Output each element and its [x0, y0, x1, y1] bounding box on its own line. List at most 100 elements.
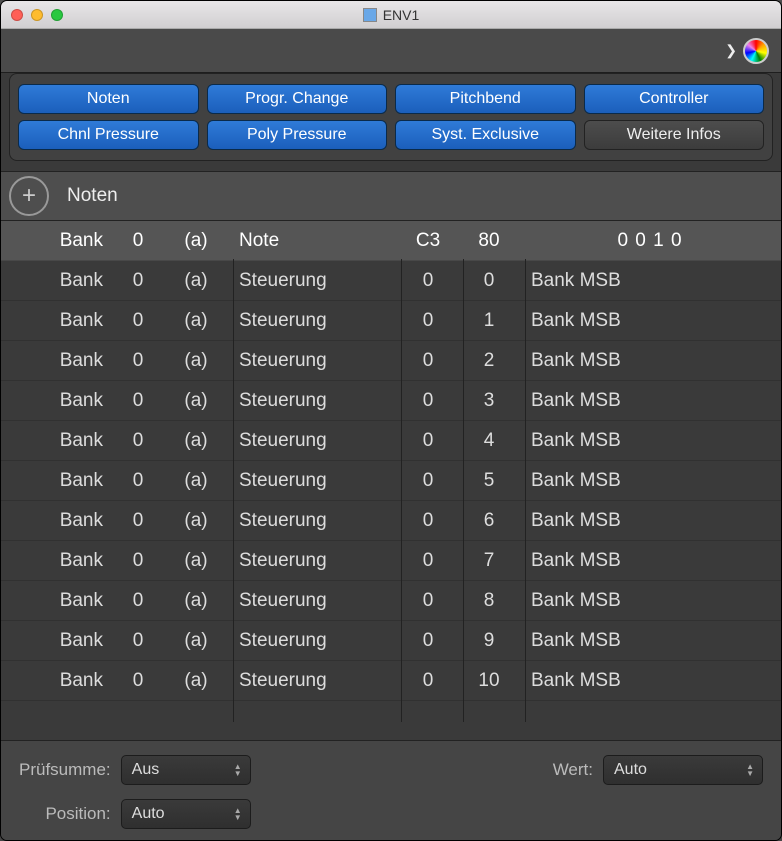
- cell: Bank MSB: [519, 630, 781, 652]
- cell: Steuerung: [227, 350, 397, 372]
- cell: 0: [111, 230, 165, 252]
- table-row[interactable]: Bank0(a)Steuerung09Bank MSB: [1, 621, 781, 661]
- table-row[interactable]: Bank0(a)Steuerung04Bank MSB: [1, 421, 781, 461]
- table-row[interactable]: Bank0(a)Steuerung02Bank MSB: [1, 341, 781, 381]
- cell: Bank MSB: [519, 430, 781, 452]
- column-divider: [401, 259, 402, 722]
- checksum-select[interactable]: Aus ▲▼: [121, 755, 251, 785]
- stepper-icon: ▲▼: [746, 763, 754, 777]
- cell: 9: [459, 630, 519, 652]
- cell: 0: [111, 430, 165, 452]
- cell: Note: [227, 230, 397, 252]
- cell: 0: [111, 310, 165, 332]
- cell: Bank: [1, 430, 111, 452]
- table-row[interactable]: Bank0(a)Steuerung07Bank MSB: [1, 541, 781, 581]
- cell: Bank: [1, 310, 111, 332]
- cell: 0: [397, 670, 459, 692]
- event-filter-panel: Noten Progr. ChangePitchbend Controller Ch…: [9, 73, 773, 161]
- position-value: Auto: [132, 805, 165, 823]
- close-icon[interactable]: [11, 9, 23, 21]
- table-row[interactable]: Bank0(a)Steuerung08Bank MSB: [1, 581, 781, 621]
- cell: 0: [459, 270, 519, 292]
- value-label: Wert:: [553, 760, 593, 780]
- filter-r1-2[interactable]: Pitchbend: [395, 84, 576, 114]
- cell: 0: [111, 670, 165, 692]
- position-label: Position:: [19, 804, 111, 824]
- cell: Bank MSB: [519, 470, 781, 492]
- cell: Bank MSB: [519, 510, 781, 532]
- cell: Bank MSB: [519, 390, 781, 412]
- filter-r2-2[interactable]: Syst. Exclusive: [395, 120, 576, 150]
- cell: Bank MSB: [519, 670, 781, 692]
- cell: Bank: [1, 390, 111, 412]
- cell: 0: [397, 590, 459, 612]
- cell: Bank MSB: [519, 310, 781, 332]
- stepper-icon: ▲▼: [234, 763, 242, 777]
- cell: Steuerung: [227, 390, 397, 412]
- add-button[interactable]: +: [9, 176, 49, 216]
- cell: Steuerung: [227, 670, 397, 692]
- cell: (a): [165, 510, 227, 532]
- cell: 0: [111, 550, 165, 572]
- cell: Steuerung: [227, 270, 397, 292]
- table-row[interactable]: Bank0(a)Steuerung05Bank MSB: [1, 461, 781, 501]
- cell: (a): [165, 630, 227, 652]
- filter-r2-0[interactable]: Chnl Pressure: [18, 120, 199, 150]
- cell: 0: [397, 390, 459, 412]
- cell: 0: [111, 470, 165, 492]
- cell: Steuerung: [227, 630, 397, 652]
- zoom-icon[interactable]: [51, 9, 63, 21]
- cell: Steuerung: [227, 310, 397, 332]
- table-row[interactable]: Bank0(a)Steuerung06Bank MSB: [1, 501, 781, 541]
- cell: Bank: [1, 670, 111, 692]
- cell: 0: [397, 430, 459, 452]
- cell: 3: [459, 390, 519, 412]
- value-select[interactable]: Auto ▲▼: [603, 755, 763, 785]
- cell: (a): [165, 350, 227, 372]
- cell: 6: [459, 510, 519, 532]
- cell: Bank MSB: [519, 270, 781, 292]
- filter-r2-3[interactable]: Weitere Infos: [584, 120, 765, 150]
- cell: 0: [111, 590, 165, 612]
- cell: Bank: [1, 470, 111, 492]
- filter-r1-3[interactable]: Controller: [584, 84, 765, 114]
- cell: C3: [397, 230, 459, 252]
- cell: Bank: [1, 270, 111, 292]
- app-icon: [363, 8, 377, 22]
- cell: Bank MSB: [519, 590, 781, 612]
- cell: (a): [165, 550, 227, 572]
- column-divider: [463, 259, 464, 722]
- cell: 0: [111, 350, 165, 372]
- cell: 2: [459, 350, 519, 372]
- minimize-icon[interactable]: [31, 9, 43, 21]
- cell: 8: [459, 590, 519, 612]
- cell: Bank: [1, 230, 111, 252]
- cell: 1: [459, 310, 519, 332]
- position-select[interactable]: Auto ▲▼: [121, 799, 251, 829]
- table-row[interactable]: Bank0(a)Steuerung010Bank MSB: [1, 661, 781, 701]
- column-divider: [233, 259, 234, 722]
- cell: 10: [459, 670, 519, 692]
- cell: (a): [165, 430, 227, 452]
- cell: Steuerung: [227, 510, 397, 532]
- cell: (a): [165, 310, 227, 332]
- table-row[interactable]: Bank0(a)NoteC3800 0 1 0: [1, 221, 781, 261]
- color-palette-icon[interactable]: [743, 38, 769, 64]
- cell: Bank MSB: [519, 350, 781, 372]
- cell: 0 0 1 0: [519, 230, 781, 252]
- table-row[interactable]: Bank0(a)Steuerung01Bank MSB: [1, 301, 781, 341]
- filter-r1-1[interactable]: Progr. Change: [207, 84, 388, 114]
- filter-r2-1[interactable]: Poly Pressure: [207, 120, 388, 150]
- cell: Bank: [1, 510, 111, 532]
- footer: Prüfsumme: Aus ▲▼ Wert: Auto ▲▼ Position…: [1, 740, 781, 840]
- table-row[interactable]: Bank0(a)Steuerung00Bank MSB: [1, 261, 781, 301]
- filter-r1-0[interactable]: Noten: [18, 84, 199, 114]
- section-header: + Noten: [1, 171, 781, 221]
- window-title: ENV1: [383, 7, 420, 23]
- table-row[interactable]: Bank0(a)Steuerung03Bank MSB: [1, 381, 781, 421]
- cell: Bank MSB: [519, 550, 781, 572]
- cell: 0: [397, 310, 459, 332]
- cell: 0: [111, 390, 165, 412]
- cell: (a): [165, 230, 227, 252]
- expand-icon[interactable]: ❯: [725, 42, 737, 59]
